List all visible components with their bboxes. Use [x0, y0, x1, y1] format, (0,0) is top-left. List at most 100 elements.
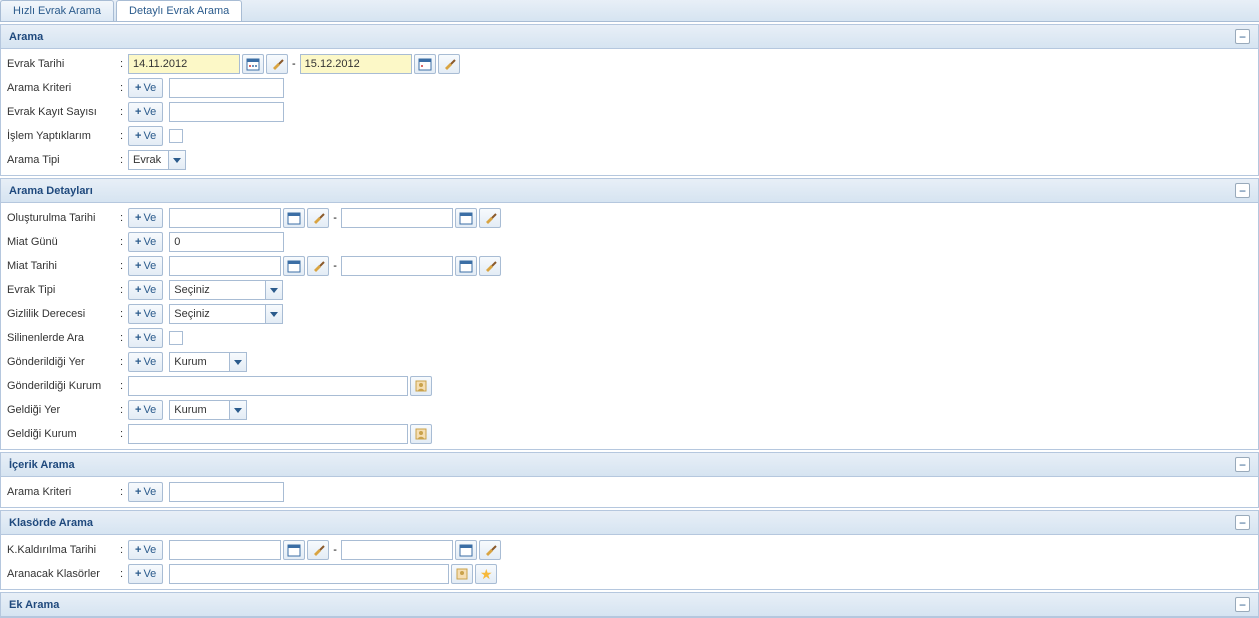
chevron-down-icon[interactable] — [168, 150, 186, 170]
panel-title-arama: Arama — [9, 31, 43, 43]
label-geldigi-yer: Geldiği Yer — [5, 404, 120, 416]
calendar-icon[interactable] — [283, 208, 305, 228]
calendar-icon[interactable] — [455, 256, 477, 276]
arama-tipi-combo[interactable] — [128, 150, 186, 170]
arama-kriteri-input[interactable] — [169, 78, 284, 98]
lookup-icon[interactable] — [410, 424, 432, 444]
date-sep: - — [292, 58, 296, 70]
panel-ek: Ek Arama − — [0, 592, 1259, 618]
lookup-icon[interactable] — [451, 564, 473, 584]
tabs-bar: Hızlı Evrak Arama Detaylı Evrak Arama — [0, 0, 1259, 22]
panel-arama-detaylari: Arama Detayları − Oluşturulma Tarihi : +… — [0, 178, 1259, 450]
label-gonderildigi-yer: Gönderildiği Yer — [5, 356, 120, 368]
arama-tipi-value[interactable] — [128, 150, 168, 170]
miat-to[interactable] — [341, 256, 453, 276]
label-miat-gunu: Miat Günü — [5, 236, 120, 248]
panel-klasor: Klasörde Arama − K.Kaldırılma Tarihi : +… — [0, 510, 1259, 590]
chevron-down-icon[interactable] — [265, 304, 283, 324]
collapse-icerik[interactable]: − — [1235, 457, 1250, 472]
broom-icon[interactable] — [307, 256, 329, 276]
miat-gunu-input[interactable] — [169, 232, 284, 252]
and-button[interactable]: +Ve — [128, 400, 163, 420]
tab-quick-search[interactable]: Hızlı Evrak Arama — [0, 0, 114, 21]
gonderildigi-yer-select[interactable] — [169, 352, 247, 372]
label-arama-kriteri: Arama Kriteri — [5, 82, 120, 94]
collapse-klasor[interactable]: − — [1235, 515, 1250, 530]
gizlilik-select[interactable] — [169, 304, 283, 324]
aranacak-klasorler-input[interactable] — [169, 564, 449, 584]
label-geldigi-kurum: Geldiği Kurum — [5, 428, 120, 440]
panel-arama: Arama − Evrak Tarihi : - Arama Kriteri :… — [0, 24, 1259, 176]
islem-yaptiklarim-checkbox[interactable] — [169, 129, 183, 143]
broom-icon[interactable] — [479, 540, 501, 560]
evrak-tipi-select[interactable] — [169, 280, 283, 300]
chevron-down-icon[interactable] — [229, 352, 247, 372]
kaldirilma-to[interactable] — [341, 540, 453, 560]
label-kaldirilma-tarihi: K.Kaldırılma Tarihi — [5, 544, 120, 556]
broom-icon[interactable] — [479, 256, 501, 276]
and-button[interactable]: +Ve — [128, 564, 163, 584]
broom-icon[interactable] — [438, 54, 460, 74]
silinenlerde-checkbox[interactable] — [169, 331, 183, 345]
and-button[interactable]: +Ve — [128, 78, 163, 98]
star-icon[interactable]: ★ — [475, 564, 497, 584]
label-arama-kriteri-2: Arama Kriteri — [5, 486, 120, 498]
and-button[interactable]: +Ve — [128, 304, 163, 324]
label-arama-tipi: Arama Tipi — [5, 154, 120, 166]
chevron-down-icon[interactable] — [265, 280, 283, 300]
panel-title-ek: Ek Arama — [9, 599, 59, 611]
geldigi-kurum-input[interactable] — [128, 424, 408, 444]
tab-detail-search[interactable]: Detaylı Evrak Arama — [116, 0, 242, 21]
label-gizlilik: Gizlilik Derecesi — [5, 308, 120, 320]
geldigi-yer-select[interactable] — [169, 400, 247, 420]
and-button[interactable]: +Ve — [128, 328, 163, 348]
and-button[interactable]: +Ve — [128, 232, 163, 252]
gonderildigi-kurum-input[interactable] — [128, 376, 408, 396]
lookup-icon[interactable] — [410, 376, 432, 396]
calendar-icon[interactable] — [283, 540, 305, 560]
calendar-icon[interactable] — [242, 54, 264, 74]
panel-title-klasor: Klasörde Arama — [9, 517, 93, 529]
olusturulma-to[interactable] — [341, 208, 453, 228]
and-button[interactable]: +Ve — [128, 482, 163, 502]
and-button[interactable]: +Ve — [128, 540, 163, 560]
kaldirilma-from[interactable] — [169, 540, 281, 560]
miat-from[interactable] — [169, 256, 281, 276]
evrak-tarihi-from[interactable] — [128, 54, 240, 74]
panel-title-icerik: İçerik Arama — [9, 459, 75, 471]
and-button[interactable]: +Ve — [128, 102, 163, 122]
panel-icerik: İçerik Arama − Arama Kriteri : +Ve — [0, 452, 1259, 508]
panel-title-arama-detaylari: Arama Detayları — [9, 185, 93, 197]
calendar-icon[interactable] — [283, 256, 305, 276]
broom-icon[interactable] — [479, 208, 501, 228]
label-evrak-kayit-sayisi: Evrak Kayıt Sayısı — [5, 106, 120, 118]
label-silinenlerde: Silinenlerde Ara — [5, 332, 120, 344]
and-button[interactable]: +Ve — [128, 352, 163, 372]
calendar-icon[interactable] — [455, 208, 477, 228]
chevron-down-icon[interactable] — [229, 400, 247, 420]
label-miat-tarihi: Miat Tarihi — [5, 260, 120, 272]
collapse-ek[interactable]: − — [1235, 597, 1250, 612]
and-button[interactable]: +Ve — [128, 126, 163, 146]
broom-icon[interactable] — [307, 208, 329, 228]
calendar-icon[interactable] — [414, 54, 436, 74]
label-islem-yaptiklarim: İşlem Yaptıklarım — [5, 130, 120, 142]
label-olusturulma-tarihi: Oluşturulma Tarihi — [5, 212, 120, 224]
broom-icon[interactable] — [266, 54, 288, 74]
collapse-arama-detaylari[interactable]: − — [1235, 183, 1250, 198]
panel-header-arama: Arama − — [1, 25, 1258, 49]
calendar-icon[interactable] — [455, 540, 477, 560]
label-evrak-tarihi: Evrak Tarihi — [5, 58, 120, 70]
broom-icon[interactable] — [307, 540, 329, 560]
and-button[interactable]: +Ve — [128, 208, 163, 228]
olusturulma-from[interactable] — [169, 208, 281, 228]
label-aranacak-klasorler: Aranacak Klasörler — [5, 568, 120, 580]
evrak-kayit-sayisi-input[interactable] — [169, 102, 284, 122]
evrak-tarihi-to[interactable] — [300, 54, 412, 74]
and-button[interactable]: +Ve — [128, 256, 163, 276]
collapse-arama[interactable]: − — [1235, 29, 1250, 44]
and-button[interactable]: +Ve — [128, 280, 163, 300]
icerik-arama-kriteri-input[interactable] — [169, 482, 284, 502]
label-evrak-tipi: Evrak Tipi — [5, 284, 120, 296]
label-gonderildigi-kurum: Gönderildiği Kurum — [5, 380, 120, 392]
